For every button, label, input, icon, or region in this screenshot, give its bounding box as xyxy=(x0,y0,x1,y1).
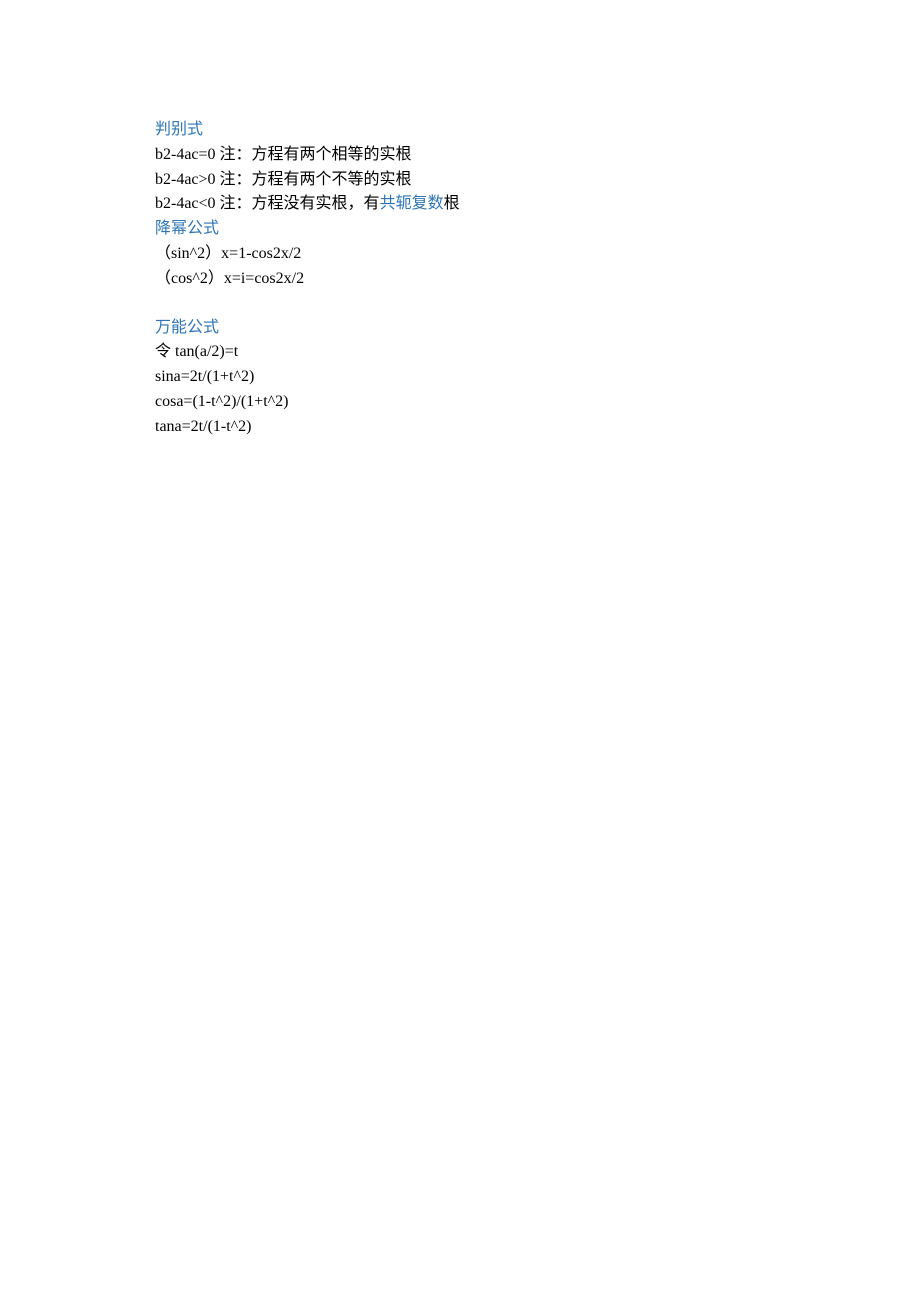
section-heading-universal: 万能公式 xyxy=(155,316,920,341)
heading-link-power-reduction[interactable]: 降幂公式 xyxy=(155,220,219,237)
text-line: （sin^2）x=1-cos2x/2 xyxy=(155,242,920,267)
text-suffix: 根 xyxy=(444,195,460,212)
text-line: 令 tan(a/2)=t xyxy=(155,340,920,365)
text-line: cosa=(1-t^2)/(1+t^2) xyxy=(155,390,920,415)
text-line: tana=2t/(1-t^2) xyxy=(155,415,920,440)
section-heading-discriminant: 判别式 xyxy=(155,118,920,143)
inline-link-conjugate[interactable]: 共轭复数 xyxy=(380,195,444,212)
text-line: （cos^2）x=i=cos2x/2 xyxy=(155,267,920,292)
heading-link-universal[interactable]: 万能公式 xyxy=(155,319,219,336)
text-line: b2-4ac=0 注：方程有两个相等的实根 xyxy=(155,143,920,168)
section-gap xyxy=(155,292,920,316)
text-line: b2-4ac>0 注：方程有两个不等的实根 xyxy=(155,168,920,193)
text-line: b2-4ac<0 注：方程没有实根，有共轭复数根 xyxy=(155,192,920,217)
text-line: sina=2t/(1+t^2) xyxy=(155,365,920,390)
heading-link-discriminant[interactable]: 判别式 xyxy=(155,121,203,138)
text-prefix: b2-4ac<0 注：方程没有实根，有 xyxy=(155,195,380,212)
section-heading-power-reduction: 降幂公式 xyxy=(155,217,920,242)
document-content: 判别式 b2-4ac=0 注：方程有两个相等的实根 b2-4ac>0 注：方程有… xyxy=(155,118,920,440)
